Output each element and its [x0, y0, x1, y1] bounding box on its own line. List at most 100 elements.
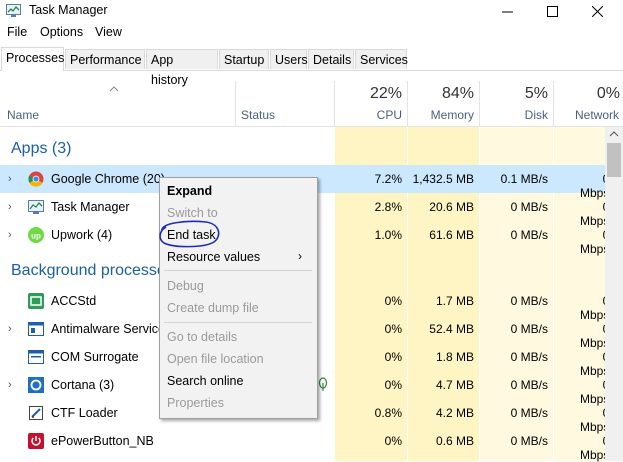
network-total: 0% — [596, 85, 620, 102]
process-name: CTF Loader — [51, 406, 118, 420]
disk-total: 5% — [524, 85, 548, 102]
disk-value: 0 MB/s — [510, 322, 548, 336]
tab-services[interactable]: Services — [355, 49, 408, 69]
column-memory[interactable]: Memory — [410, 108, 474, 122]
scroll-thumb[interactable] — [607, 143, 621, 177]
expand-chevron-icon[interactable]: › — [8, 173, 12, 185]
title-bar: Task Manager — [0, 0, 623, 22]
menu-create-dump-file[interactable]: Create dump file — [167, 301, 259, 315]
vertical-scrollbar[interactable] — [605, 127, 623, 461]
memory-value: 4.2 MB — [435, 406, 474, 420]
process-name: Google Chrome (20) — [51, 172, 165, 186]
memory-value: 0.6 MB — [435, 434, 474, 448]
menu-switch-to[interactable]: Switch to — [167, 206, 218, 220]
column-disk[interactable]: Disk — [482, 108, 548, 122]
disk-value: 0 MB/s — [510, 228, 548, 242]
tab-startup[interactable]: Startup — [219, 49, 269, 69]
cpu-value: 0.8% — [374, 406, 402, 420]
cpu-value: 7.2% — [374, 172, 402, 186]
process-name: ePowerButton_NB — [51, 434, 154, 448]
cpu-value: 1.0% — [374, 228, 402, 242]
minimize-button[interactable] — [485, 0, 530, 22]
task-manager-icon — [28, 200, 44, 214]
hand-drawn-circle-annotation — [159, 220, 220, 248]
tab-app-history[interactable]: App history — [146, 49, 218, 87]
tab-performance[interactable]: Performance — [65, 49, 145, 69]
tab-details[interactable]: Details — [308, 49, 354, 69]
tab-processes[interactable]: Processes — [1, 47, 64, 71]
close-icon — [592, 5, 603, 17]
table-row[interactable]: ePowerButton_NB 0% 0.6 MB 0 MB/s 0 Mbps — [0, 427, 609, 462]
process-name: Upwork (4) — [51, 228, 113, 242]
context-menu: Expand Switch to End task Resource value… — [159, 177, 318, 419]
disk-value: 0 MB/s — [510, 200, 548, 214]
ctf-loader-icon — [29, 406, 43, 420]
process-name: Cortana (3) — [51, 378, 115, 392]
menu-open-file-location[interactable]: Open file location — [167, 352, 264, 366]
section-background-processes: Background processes — [11, 262, 174, 279]
maximize-button[interactable] — [530, 0, 575, 22]
memory-value: 4.7 MB — [435, 378, 474, 392]
cpu-value: 0% — [384, 434, 402, 448]
suspended-leaf-icon — [318, 377, 328, 391]
sort-up-icon — [109, 86, 119, 92]
expand-chevron-icon[interactable]: › — [8, 379, 12, 391]
disk-value: 0 MB/s — [510, 378, 548, 392]
disk-value: 0 MB/s — [510, 434, 548, 448]
column-status[interactable]: Status — [241, 108, 275, 122]
menu-options[interactable]: Options — [40, 25, 83, 39]
cpu-total: 22% — [369, 85, 402, 102]
memory-total: 84% — [441, 85, 474, 102]
close-button[interactable] — [575, 0, 620, 22]
memory-value: 52.4 MB — [429, 322, 474, 336]
memory-value: 1.7 MB — [435, 294, 474, 308]
column-cpu[interactable]: CPU — [340, 108, 402, 122]
section-apps: Apps (3) — [11, 140, 72, 157]
tab-users[interactable]: Users — [270, 49, 308, 69]
maximize-icon — [547, 5, 558, 17]
cpu-value: 0% — [384, 378, 402, 392]
cpu-value: 0% — [384, 322, 402, 336]
accstd-icon — [28, 293, 44, 309]
menu-go-to-details[interactable]: Go to details — [167, 330, 237, 344]
cpu-value: 0% — [384, 350, 402, 364]
power-button-icon — [28, 433, 44, 449]
chrome-icon — [28, 171, 44, 187]
disk-value: 0 MB/s — [510, 294, 548, 308]
cortana-icon — [28, 377, 44, 393]
menu-properties[interactable]: Properties — [167, 396, 224, 410]
menu-expand[interactable]: Expand — [167, 184, 212, 198]
menu-debug[interactable]: Debug — [167, 279, 204, 293]
upwork-icon: up — [28, 227, 44, 243]
process-name: ACCStd — [51, 294, 97, 308]
memory-value: 1,432.5 MB — [412, 172, 474, 186]
cpu-value: 0% — [384, 294, 402, 308]
expand-chevron-icon[interactable]: › — [8, 229, 12, 241]
expand-chevron-icon[interactable]: › — [8, 323, 12, 335]
minimize-icon — [502, 11, 513, 12]
expand-chevron-icon[interactable]: › — [8, 201, 12, 213]
process-name: COM Surrogate — [51, 350, 139, 364]
memory-value: 20.6 MB — [429, 200, 474, 214]
menu-view[interactable]: View — [95, 25, 122, 39]
disk-value: 0.1 MB/s — [500, 172, 548, 186]
tab-bar: Processes Performance App history Startu… — [0, 47, 623, 87]
menu-search-online[interactable]: Search online — [167, 374, 243, 388]
disk-value: 0 MB/s — [510, 406, 548, 420]
column-network[interactable]: Network — [575, 108, 619, 122]
memory-value: 1.8 MB — [435, 350, 474, 364]
service-window-icon — [28, 322, 44, 336]
service-window-icon — [28, 350, 44, 364]
scroll-up-icon[interactable] — [609, 130, 619, 138]
task-manager-icon — [6, 4, 21, 17]
column-name[interactable]: Name — [7, 108, 39, 122]
menu-resource-values[interactable]: Resource values — [167, 250, 260, 264]
disk-value: 0 MB/s — [510, 350, 548, 364]
memory-value: 61.6 MB — [429, 228, 474, 242]
menu-file[interactable]: File — [7, 25, 27, 39]
submenu-arrow-icon: › — [298, 249, 302, 263]
process-name: Task Manager — [51, 200, 130, 214]
column-header: Name Status 22% CPU 84% Memory 5% Disk 0… — [0, 71, 623, 127]
svg-text:up: up — [31, 232, 41, 241]
cpu-value: 2.8% — [374, 200, 402, 214]
